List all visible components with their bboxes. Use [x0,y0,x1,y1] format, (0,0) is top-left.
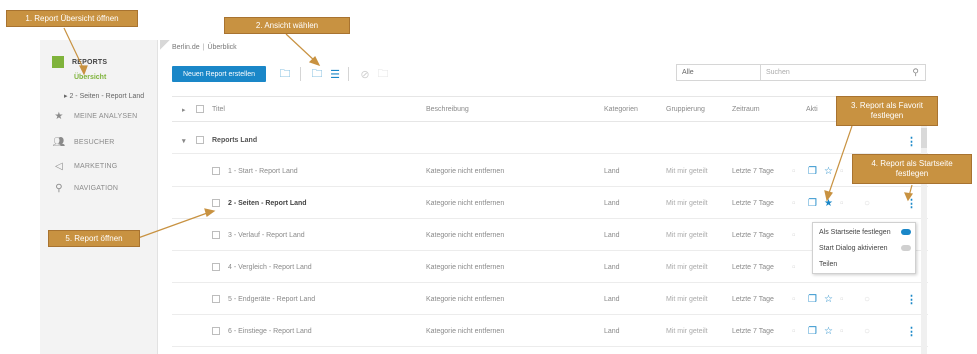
arrow-head [904,192,914,202]
callout-report-overview: 1. Report Übersicht öffnen [6,10,138,27]
arrow-line [63,27,85,71]
callout-favorite: 3. Report als Favorit festlegen [836,96,938,126]
arrow-line [285,33,317,63]
callout-open-report: 5. Report öffnen [48,230,140,247]
arrow-head [204,208,216,217]
callout-startpage: 4. Report als Startseite festlegen [852,154,972,184]
callout-choose-view: 2. Ansicht wählen [224,17,350,34]
arrow-line [827,125,853,197]
arrow-head [79,65,88,76]
annotation-arrows [63,27,914,239]
arrow-line [137,211,211,239]
arrow-head [824,190,833,202]
